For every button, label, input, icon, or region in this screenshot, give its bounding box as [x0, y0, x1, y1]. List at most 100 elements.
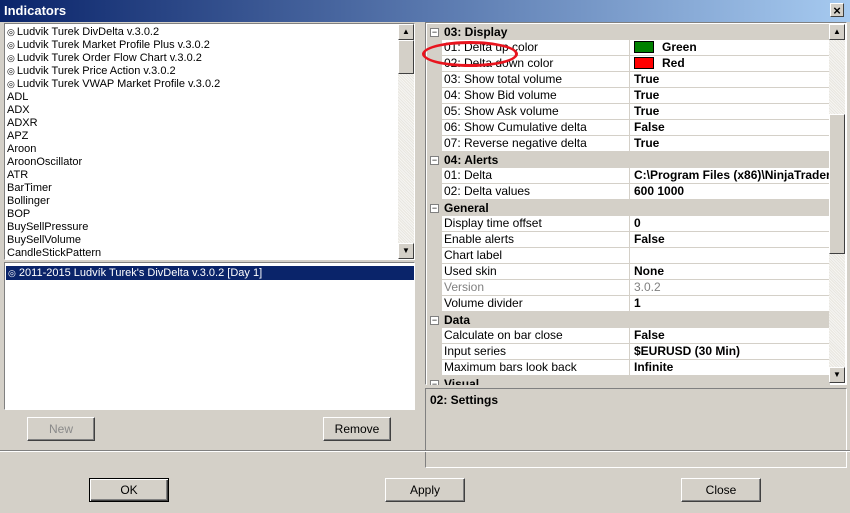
- category-row[interactable]: −04: Alerts: [427, 152, 830, 168]
- collapse-icon[interactable]: −: [430, 28, 439, 37]
- indicator-list-scrollbar[interactable]: ▲ ▼: [398, 24, 414, 259]
- list-item[interactable]: ◎ Ludvik Turek Price Action v.3.0.2: [7, 65, 399, 78]
- indicator-symbol-icon: ◎: [7, 27, 15, 37]
- property-row[interactable]: Display time offset 0: [427, 216, 830, 232]
- divider: [0, 450, 850, 452]
- configured-indicator-list[interactable]: ◎ 2011-2015 Ludvík Turek's DivDelta v.3.…: [4, 262, 415, 410]
- ok-button[interactable]: OK: [89, 478, 169, 502]
- list-item[interactable]: ADX: [7, 104, 399, 117]
- category-label: Visual: [444, 377, 480, 385]
- property-grid[interactable]: −03: Display 01: Delta up color Green 02: D…: [425, 22, 847, 385]
- property-value-text: False: [634, 328, 665, 342]
- list-item[interactable]: ATR: [7, 169, 399, 182]
- property-row[interactable]: 04: Show Bid volume True: [427, 88, 830, 104]
- property-row[interactable]: 07: Reverse negative delta True: [427, 136, 830, 152]
- list-item[interactable]: Bollinger: [7, 195, 399, 208]
- property-row[interactable]: Used skin None: [427, 264, 830, 280]
- property-value[interactable]: None: [631, 264, 830, 280]
- property-row[interactable]: 02: Delta values 600 1000: [427, 184, 830, 200]
- property-value[interactable]: 0: [631, 216, 830, 232]
- property-value[interactable]: False: [631, 232, 830, 248]
- property-row[interactable]: 01: Delta up color Green: [427, 40, 830, 56]
- remove-button[interactable]: Remove: [323, 417, 391, 441]
- property-row[interactable]: Version 3.0.2: [427, 280, 830, 296]
- scroll-thumb[interactable]: [398, 40, 414, 74]
- property-grid-scrollbar[interactable]: ▲ ▼: [829, 24, 845, 383]
- property-row[interactable]: Chart label: [427, 248, 830, 264]
- property-value-text: C:\Program Files (x86)\NinjaTrader: [634, 168, 830, 182]
- close-icon[interactable]: ×: [830, 3, 844, 17]
- apply-button[interactable]: Apply: [385, 478, 465, 502]
- property-value[interactable]: False: [631, 120, 830, 136]
- property-value[interactable]: Red: [631, 56, 830, 72]
- property-value-text: True: [634, 104, 660, 118]
- list-item[interactable]: CandleStickPattern: [7, 247, 399, 259]
- close-button[interactable]: Close: [681, 478, 761, 502]
- property-value[interactable]: $EURUSD (30 Min): [631, 344, 830, 360]
- collapse-icon[interactable]: −: [430, 316, 439, 325]
- list-item[interactable]: ADL: [7, 91, 399, 104]
- list-item[interactable]: BuySellPressure: [7, 221, 399, 234]
- property-value[interactable]: Green: [631, 40, 830, 56]
- property-row[interactable]: Maximum bars look back Infinite: [427, 360, 830, 376]
- property-value[interactable]: 600 1000: [631, 184, 830, 200]
- list-item[interactable]: ◎ Ludvik Turek Market Profile Plus v.3.0.…: [7, 39, 399, 52]
- property-row[interactable]: 01: Delta C:\Program Files (x86)\NinjaTra…: [427, 168, 830, 184]
- property-value[interactable]: Infinite: [631, 360, 830, 376]
- collapse-icon[interactable]: −: [430, 204, 439, 213]
- scroll-down-icon[interactable]: ▼: [829, 367, 845, 383]
- property-row[interactable]: Volume divider 1: [427, 296, 830, 312]
- property-row[interactable]: Calculate on bar close False: [427, 328, 830, 344]
- list-item-label: ADX: [7, 104, 30, 116]
- list-item[interactable]: AroonOscillator: [7, 156, 399, 169]
- property-name: 06: Show Cumulative delta: [427, 120, 630, 136]
- property-value[interactable]: 3.0.2: [631, 280, 830, 296]
- scroll-down-icon[interactable]: ▼: [398, 243, 414, 259]
- list-item[interactable]: BarTimer: [7, 182, 399, 195]
- property-row[interactable]: 02: Delta down color Red: [427, 56, 830, 72]
- collapse-icon[interactable]: −: [430, 156, 439, 165]
- configured-indicator-item[interactable]: ◎ 2011-2015 Ludvík Turek's DivDelta v.3.…: [6, 266, 414, 280]
- property-row[interactable]: Input series $EURUSD (30 Min): [427, 344, 830, 360]
- list-item[interactable]: ◎ Ludvik Turek Order Flow Chart v.3.0.2: [7, 52, 399, 65]
- property-value[interactable]: [631, 248, 830, 264]
- list-item[interactable]: ◎ Ludvik Turek VWAP Market Profile v.3.0.…: [7, 78, 399, 91]
- dialog-body: ◎ Ludvik Turek DivDelta v.3.0.2 ◎ Ludvik Tu…: [0, 22, 850, 513]
- list-item[interactable]: Aroon: [7, 143, 399, 156]
- list-item-label: BuySellVolume: [7, 234, 81, 246]
- property-value[interactable]: C:\Program Files (x86)\NinjaTrader: [631, 168, 830, 184]
- scroll-up-icon[interactable]: ▲: [829, 24, 845, 40]
- property-row[interactable]: 06: Show Cumulative delta False: [427, 120, 830, 136]
- property-name: Volume divider: [427, 296, 630, 312]
- title-bar: Indicators ×: [0, 0, 850, 22]
- property-name: Enable alerts: [427, 232, 630, 248]
- property-value[interactable]: True: [631, 72, 830, 88]
- scroll-thumb[interactable]: [829, 114, 845, 254]
- property-name: Maximum bars look back: [427, 360, 630, 376]
- property-row[interactable]: Enable alerts False: [427, 232, 830, 248]
- list-item[interactable]: APZ: [7, 130, 399, 143]
- list-item-label: Aroon: [7, 143, 37, 155]
- indicator-list[interactable]: ◎ Ludvik Turek DivDelta v.3.0.2 ◎ Ludvik Tu…: [4, 23, 415, 260]
- list-item-label: BOP: [7, 208, 31, 220]
- new-button[interactable]: New: [27, 417, 95, 441]
- scroll-up-icon[interactable]: ▲: [398, 24, 414, 40]
- property-value[interactable]: 1: [631, 296, 830, 312]
- property-row[interactable]: 03: Show total volume True: [427, 72, 830, 88]
- property-value[interactable]: True: [631, 104, 830, 120]
- property-value[interactable]: False: [631, 328, 830, 344]
- property-row[interactable]: 05: Show Ask volume True: [427, 104, 830, 120]
- list-item[interactable]: BOP: [7, 208, 399, 221]
- list-item-label: Ludvik Turek DivDelta v.3.0.2: [16, 26, 160, 38]
- property-value[interactable]: True: [631, 88, 830, 104]
- category-row[interactable]: − Visual: [427, 376, 830, 385]
- list-item[interactable]: BuySellVolume: [7, 234, 399, 247]
- list-item[interactable]: ◎ Ludvik Turek DivDelta v.3.0.2: [7, 26, 399, 39]
- list-item[interactable]: ADXR: [7, 117, 399, 130]
- property-value-text: None: [634, 264, 664, 278]
- category-row[interactable]: − General: [427, 200, 830, 216]
- category-row[interactable]: − Data: [427, 312, 830, 328]
- category-row[interactable]: −03: Display: [427, 24, 830, 40]
- collapse-icon[interactable]: −: [430, 380, 439, 385]
- property-value[interactable]: True: [631, 136, 830, 152]
